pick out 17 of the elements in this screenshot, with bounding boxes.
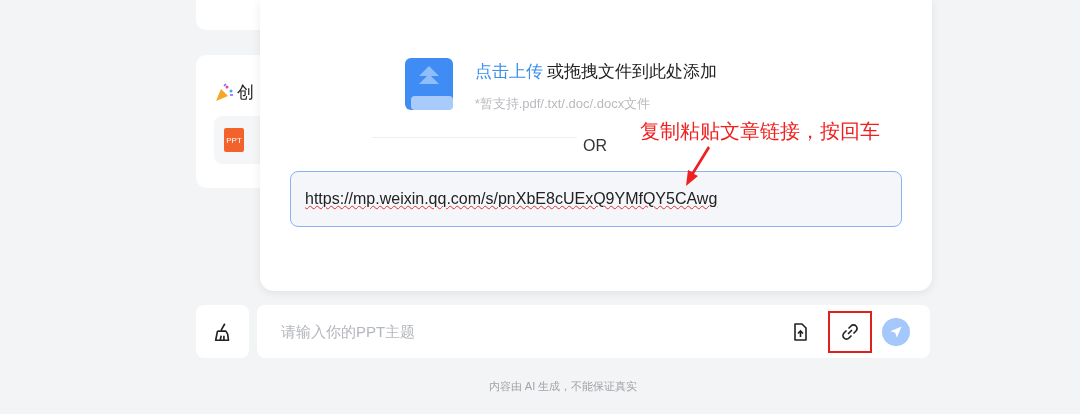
party-popper-icon: [214, 82, 234, 103]
url-input-field[interactable]: https://mp.weixin.qq.com/s/pnXbE8cUExQ9YMfQY5CAwg: [290, 171, 902, 227]
upload-instruction: 或拖拽文件到此处添加: [547, 62, 718, 81]
file-type-hint: *暂支持.pdf/.txt/.doc/.docx文件: [474, 95, 652, 113]
clear-button[interactable]: [196, 305, 249, 358]
or-divider-text: OR: [583, 137, 607, 156]
topic-input[interactable]: 请输入你的PPT主题: [257, 305, 930, 358]
send-icon: [888, 323, 904, 340]
card-title: 创: [237, 82, 254, 104]
upload-icon: [404, 58, 453, 110]
upload-link[interactable]: 点击上传: [474, 62, 543, 81]
annotation-text: 复制粘贴文章链接，按回车: [640, 119, 880, 144]
link-button[interactable]: [828, 310, 872, 353]
link-icon: [840, 321, 860, 342]
disclaimer-text: 内容由 AI 生成，不能保证真实: [487, 379, 639, 394]
ppt-file-icon: PPT: [224, 128, 244, 152]
topic-input-field[interactable]: 请输入你的PPT主题: [279, 322, 780, 341]
